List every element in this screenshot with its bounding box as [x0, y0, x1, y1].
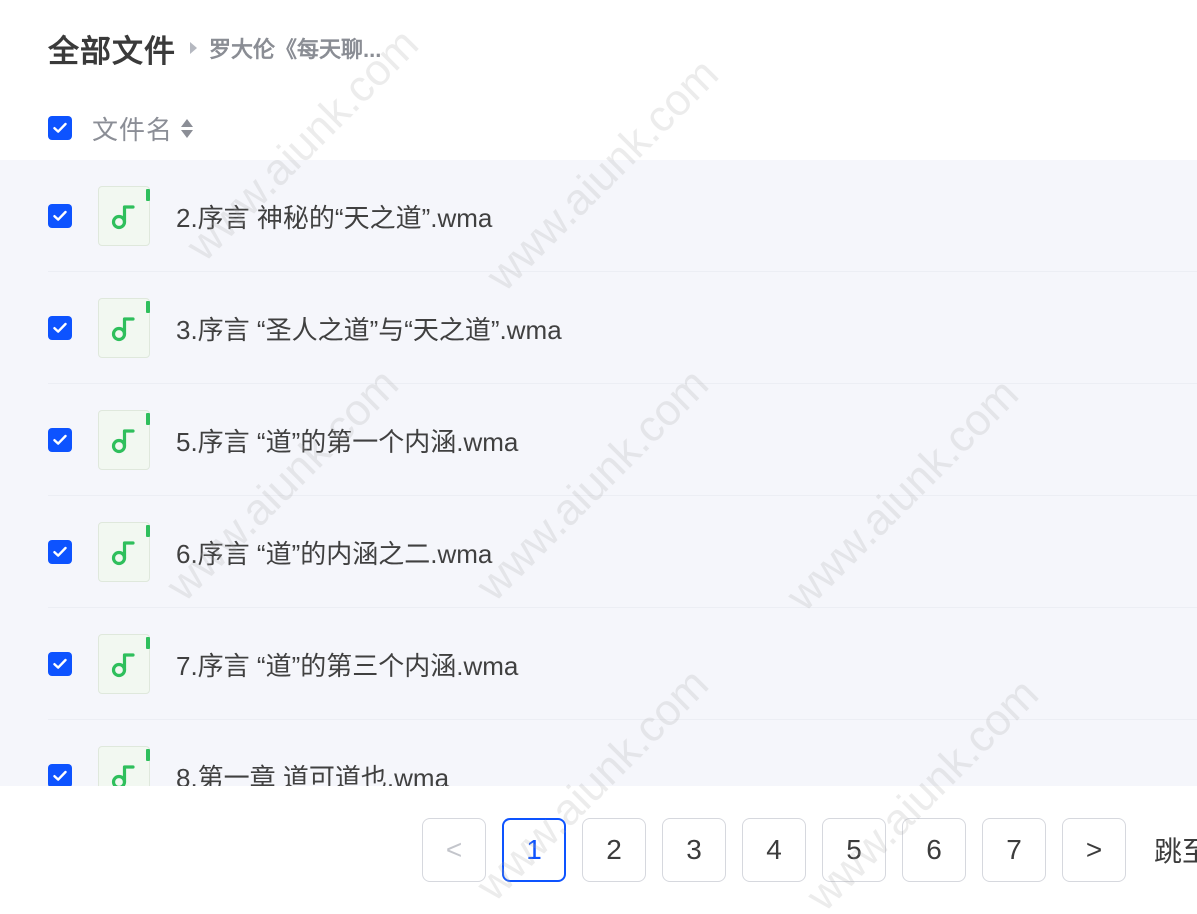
file-row[interactable]: 3.序言 “圣人之道”与“天之道”.wma — [0, 272, 1197, 384]
file-list: 2.序言 神秘的“天之道”.wma 3.序言 “圣人之道”与“天之道”.wma … — [0, 160, 1197, 786]
page-button-3[interactable]: 3 — [662, 818, 726, 882]
breadcrumb-current[interactable]: 罗大伦《每天聊... — [209, 32, 381, 64]
column-header-filename[interactable]: 文件名 — [92, 110, 173, 147]
pagination: < 1 2 3 4 5 6 7 > 跳至 — [422, 818, 1197, 882]
row-checkbox[interactable] — [48, 428, 72, 452]
file-name[interactable]: 3.序言 “圣人之道”与“天之道”.wma — [176, 310, 562, 347]
page-button-2[interactable]: 2 — [582, 818, 646, 882]
check-icon — [53, 210, 67, 221]
prev-page-button[interactable]: < — [422, 818, 486, 882]
check-icon — [53, 434, 67, 445]
sort-icon[interactable] — [181, 118, 194, 138]
audio-file-icon — [98, 522, 150, 582]
file-row[interactable]: 8.第一章 道可道也.wma — [0, 720, 1197, 786]
row-checkbox[interactable] — [48, 540, 72, 564]
check-icon — [53, 546, 67, 557]
file-browser-page: 全部文件 罗大伦《每天聊... 文件名 2.序言 神秘的“天之道”.wma 3.… — [0, 0, 1197, 914]
row-checkbox[interactable] — [48, 204, 72, 228]
audio-file-icon — [98, 410, 150, 470]
check-icon — [53, 658, 67, 669]
check-icon — [53, 322, 67, 333]
file-name[interactable]: 8.第一章 道可道也.wma — [176, 758, 449, 787]
audio-file-icon — [98, 634, 150, 694]
file-row[interactable]: 2.序言 神秘的“天之道”.wma — [0, 160, 1197, 272]
page-button-1[interactable]: 1 — [502, 818, 566, 882]
page-button-5[interactable]: 5 — [822, 818, 886, 882]
file-row[interactable]: 7.序言 “道”的第三个内涵.wma — [0, 608, 1197, 720]
file-row[interactable]: 6.序言 “道”的内涵之二.wma — [0, 496, 1197, 608]
select-all-checkbox[interactable] — [48, 116, 72, 140]
page-button-4[interactable]: 4 — [742, 818, 806, 882]
check-icon — [53, 770, 67, 781]
file-name[interactable]: 6.序言 “道”的内涵之二.wma — [176, 534, 492, 571]
list-header: 文件名 — [48, 108, 194, 148]
audio-file-icon — [98, 186, 150, 246]
row-checkbox[interactable] — [48, 316, 72, 340]
breadcrumb: 全部文件 罗大伦《每天聊... — [48, 26, 381, 70]
breadcrumb-separator-icon — [190, 42, 197, 54]
page-button-7[interactable]: 7 — [982, 818, 1046, 882]
breadcrumb-root[interactable]: 全部文件 — [48, 26, 176, 71]
file-name[interactable]: 2.序言 神秘的“天之道”.wma — [176, 198, 492, 235]
file-name[interactable]: 7.序言 “道”的第三个内涵.wma — [176, 646, 518, 683]
file-row[interactable]: 5.序言 “道”的第一个内涵.wma — [0, 384, 1197, 496]
row-checkbox[interactable] — [48, 764, 72, 786]
check-icon — [53, 122, 67, 133]
file-name[interactable]: 5.序言 “道”的第一个内涵.wma — [176, 422, 518, 459]
next-page-button[interactable]: > — [1062, 818, 1126, 882]
audio-file-icon — [98, 298, 150, 358]
audio-file-icon — [98, 746, 150, 786]
jump-to-label: 跳至 — [1154, 836, 1197, 867]
page-button-6[interactable]: 6 — [902, 818, 966, 882]
row-checkbox[interactable] — [48, 652, 72, 676]
